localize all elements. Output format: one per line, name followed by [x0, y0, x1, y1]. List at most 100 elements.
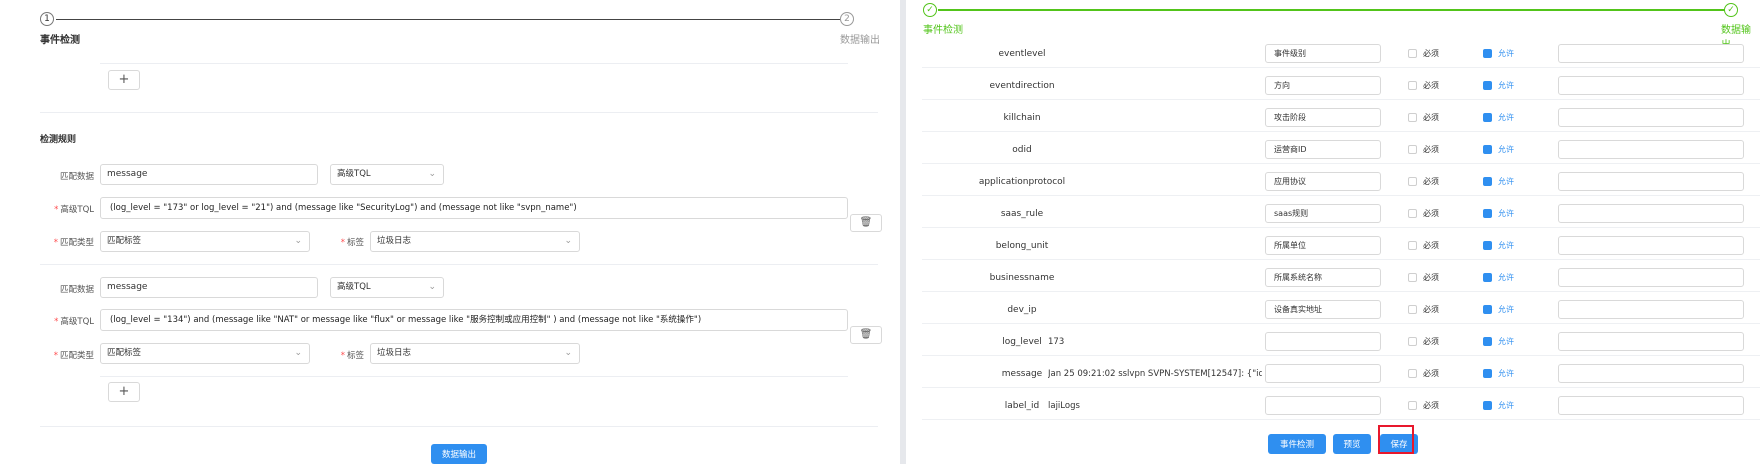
- allow-checkbox[interactable]: [1483, 369, 1492, 378]
- required-label: 必须: [1423, 81, 1439, 90]
- add-rule-button[interactable]: +: [108, 70, 140, 90]
- field-cn-name-input[interactable]: [1265, 364, 1381, 383]
- allow-label: 允许: [1498, 145, 1514, 154]
- allow-label: 允许: [1498, 49, 1514, 58]
- required-checkbox[interactable]: [1408, 369, 1417, 378]
- tql-label: * 高级TQL: [54, 317, 94, 327]
- step-1-done-icon: ✓: [923, 3, 937, 17]
- chevron-down-icon: ⌄: [564, 236, 572, 246]
- field-cn-name-input[interactable]: 事件级别: [1265, 44, 1381, 63]
- allow-checkbox[interactable]: [1483, 401, 1492, 410]
- field-name: belong_unit: [995, 241, 1049, 251]
- field-cn-name-input[interactable]: 攻击阶段: [1265, 108, 1381, 127]
- default-value-input[interactable]: [1558, 236, 1744, 255]
- allow-checkbox[interactable]: [1483, 305, 1492, 314]
- field-cn-name-input[interactable]: [1265, 396, 1381, 415]
- default-value-input[interactable]: [1558, 332, 1744, 351]
- default-value-input[interactable]: [1558, 364, 1744, 383]
- preview-button[interactable]: 预览: [1333, 434, 1371, 454]
- tag-select[interactable]: 垃圾日志 ⌄: [370, 343, 580, 364]
- match-data-input[interactable]: message: [100, 277, 318, 298]
- chevron-down-icon: ⌄: [428, 282, 436, 292]
- row-divider: [922, 163, 1760, 164]
- allow-label: 允许: [1498, 177, 1514, 186]
- default-value-input[interactable]: [1558, 396, 1744, 415]
- mode-select-value: 高级TQL: [337, 169, 371, 179]
- row-divider: [922, 259, 1760, 260]
- data-output-button[interactable]: 数据输出: [431, 444, 487, 464]
- field-sample-value: Jan 25 09:21:02 sslvpn SVPN-SYSTEM[12547…: [1048, 369, 1262, 379]
- field-name: applicationprotocol: [978, 177, 1066, 187]
- required-checkbox[interactable]: [1408, 241, 1417, 250]
- default-value-input[interactable]: [1558, 204, 1744, 223]
- field-name: killchain: [1003, 113, 1041, 123]
- match-type-label: * 匹配类型: [53, 351, 94, 361]
- required-checkbox[interactable]: [1408, 337, 1417, 346]
- required-checkbox[interactable]: [1408, 305, 1417, 314]
- required-label: 必须: [1423, 177, 1439, 186]
- tag-select[interactable]: 垃圾日志 ⌄: [370, 231, 580, 252]
- allow-checkbox[interactable]: [1483, 273, 1492, 282]
- required-checkbox[interactable]: [1408, 273, 1417, 282]
- mode-select[interactable]: 高级TQL ⌄: [330, 277, 444, 298]
- allow-checkbox[interactable]: [1483, 49, 1492, 58]
- default-value-input[interactable]: [1558, 108, 1744, 127]
- default-value-input[interactable]: [1558, 140, 1744, 159]
- field-cn-name-input[interactable]: saas规则: [1265, 204, 1381, 223]
- required-checkbox[interactable]: [1408, 49, 1417, 58]
- allow-checkbox[interactable]: [1483, 209, 1492, 218]
- default-value-input[interactable]: [1558, 76, 1744, 95]
- allow-label: 允许: [1498, 241, 1514, 250]
- step-2-circle: 2: [840, 12, 854, 26]
- allow-checkbox[interactable]: [1483, 145, 1492, 154]
- allow-label: 允许: [1498, 81, 1514, 90]
- allow-label: 允许: [1498, 209, 1514, 218]
- field-cn-name-input[interactable]: 方向: [1265, 76, 1381, 95]
- allow-label: 允许: [1498, 369, 1514, 378]
- default-value-input[interactable]: [1558, 172, 1744, 191]
- allow-checkbox[interactable]: [1483, 113, 1492, 122]
- step-1-circle: 1: [40, 12, 54, 26]
- default-value-input[interactable]: [1558, 268, 1744, 287]
- required-label: 必须: [1423, 145, 1439, 154]
- allow-checkbox[interactable]: [1483, 177, 1492, 186]
- tag-label: * 标签: [340, 238, 364, 248]
- required-checkbox[interactable]: [1408, 209, 1417, 218]
- delete-rule-button[interactable]: 🗑: [850, 214, 882, 232]
- match-type-select[interactable]: 匹配标签 ⌄: [100, 231, 310, 252]
- row-divider: [922, 291, 1760, 292]
- allow-checkbox[interactable]: [1483, 337, 1492, 346]
- default-value-input[interactable]: [1558, 44, 1744, 63]
- field-cn-name-input[interactable]: 设备真实地址: [1265, 300, 1381, 319]
- add-rule-button[interactable]: +: [108, 382, 140, 402]
- required-checkbox[interactable]: [1408, 81, 1417, 90]
- allow-label: 允许: [1498, 273, 1514, 282]
- field-cn-name-input[interactable]: [1265, 332, 1381, 351]
- match-type-select[interactable]: 匹配标签 ⌄: [100, 343, 310, 364]
- tql-input[interactable]: (log_level = "173" or log_level = "21") …: [100, 197, 848, 219]
- field-cn-name-input[interactable]: 所属单位: [1265, 236, 1381, 255]
- required-checkbox[interactable]: [1408, 113, 1417, 122]
- required-checkbox[interactable]: [1408, 401, 1417, 410]
- divider: [40, 264, 878, 265]
- default-value-input[interactable]: [1558, 300, 1744, 319]
- required-label: 必须: [1423, 369, 1439, 378]
- allow-checkbox[interactable]: [1483, 241, 1492, 250]
- divider: [40, 112, 878, 113]
- allow-checkbox[interactable]: [1483, 81, 1492, 90]
- required-label: 必须: [1423, 241, 1439, 250]
- required-checkbox[interactable]: [1408, 177, 1417, 186]
- field-cn-name-input[interactable]: 运营商ID: [1265, 140, 1381, 159]
- delete-rule-button[interactable]: 🗑: [850, 326, 882, 344]
- tql-input[interactable]: (log_level = "134") and (message like "N…: [100, 309, 848, 331]
- match-data-input[interactable]: message: [100, 164, 318, 185]
- field-cn-name-input[interactable]: 所属系统名称: [1265, 268, 1381, 287]
- required-checkbox[interactable]: [1408, 145, 1417, 154]
- mode-select[interactable]: 高级TQL ⌄: [330, 164, 444, 185]
- field-sample-value: lajiLogs: [1048, 401, 1080, 411]
- field-cn-name-input[interactable]: 应用协议: [1265, 172, 1381, 191]
- allow-label: 允许: [1498, 113, 1514, 122]
- tql-label: * 高级TQL: [54, 205, 94, 215]
- field-name: odid: [1012, 145, 1032, 155]
- event-detection-button[interactable]: 事件检测: [1268, 434, 1326, 454]
